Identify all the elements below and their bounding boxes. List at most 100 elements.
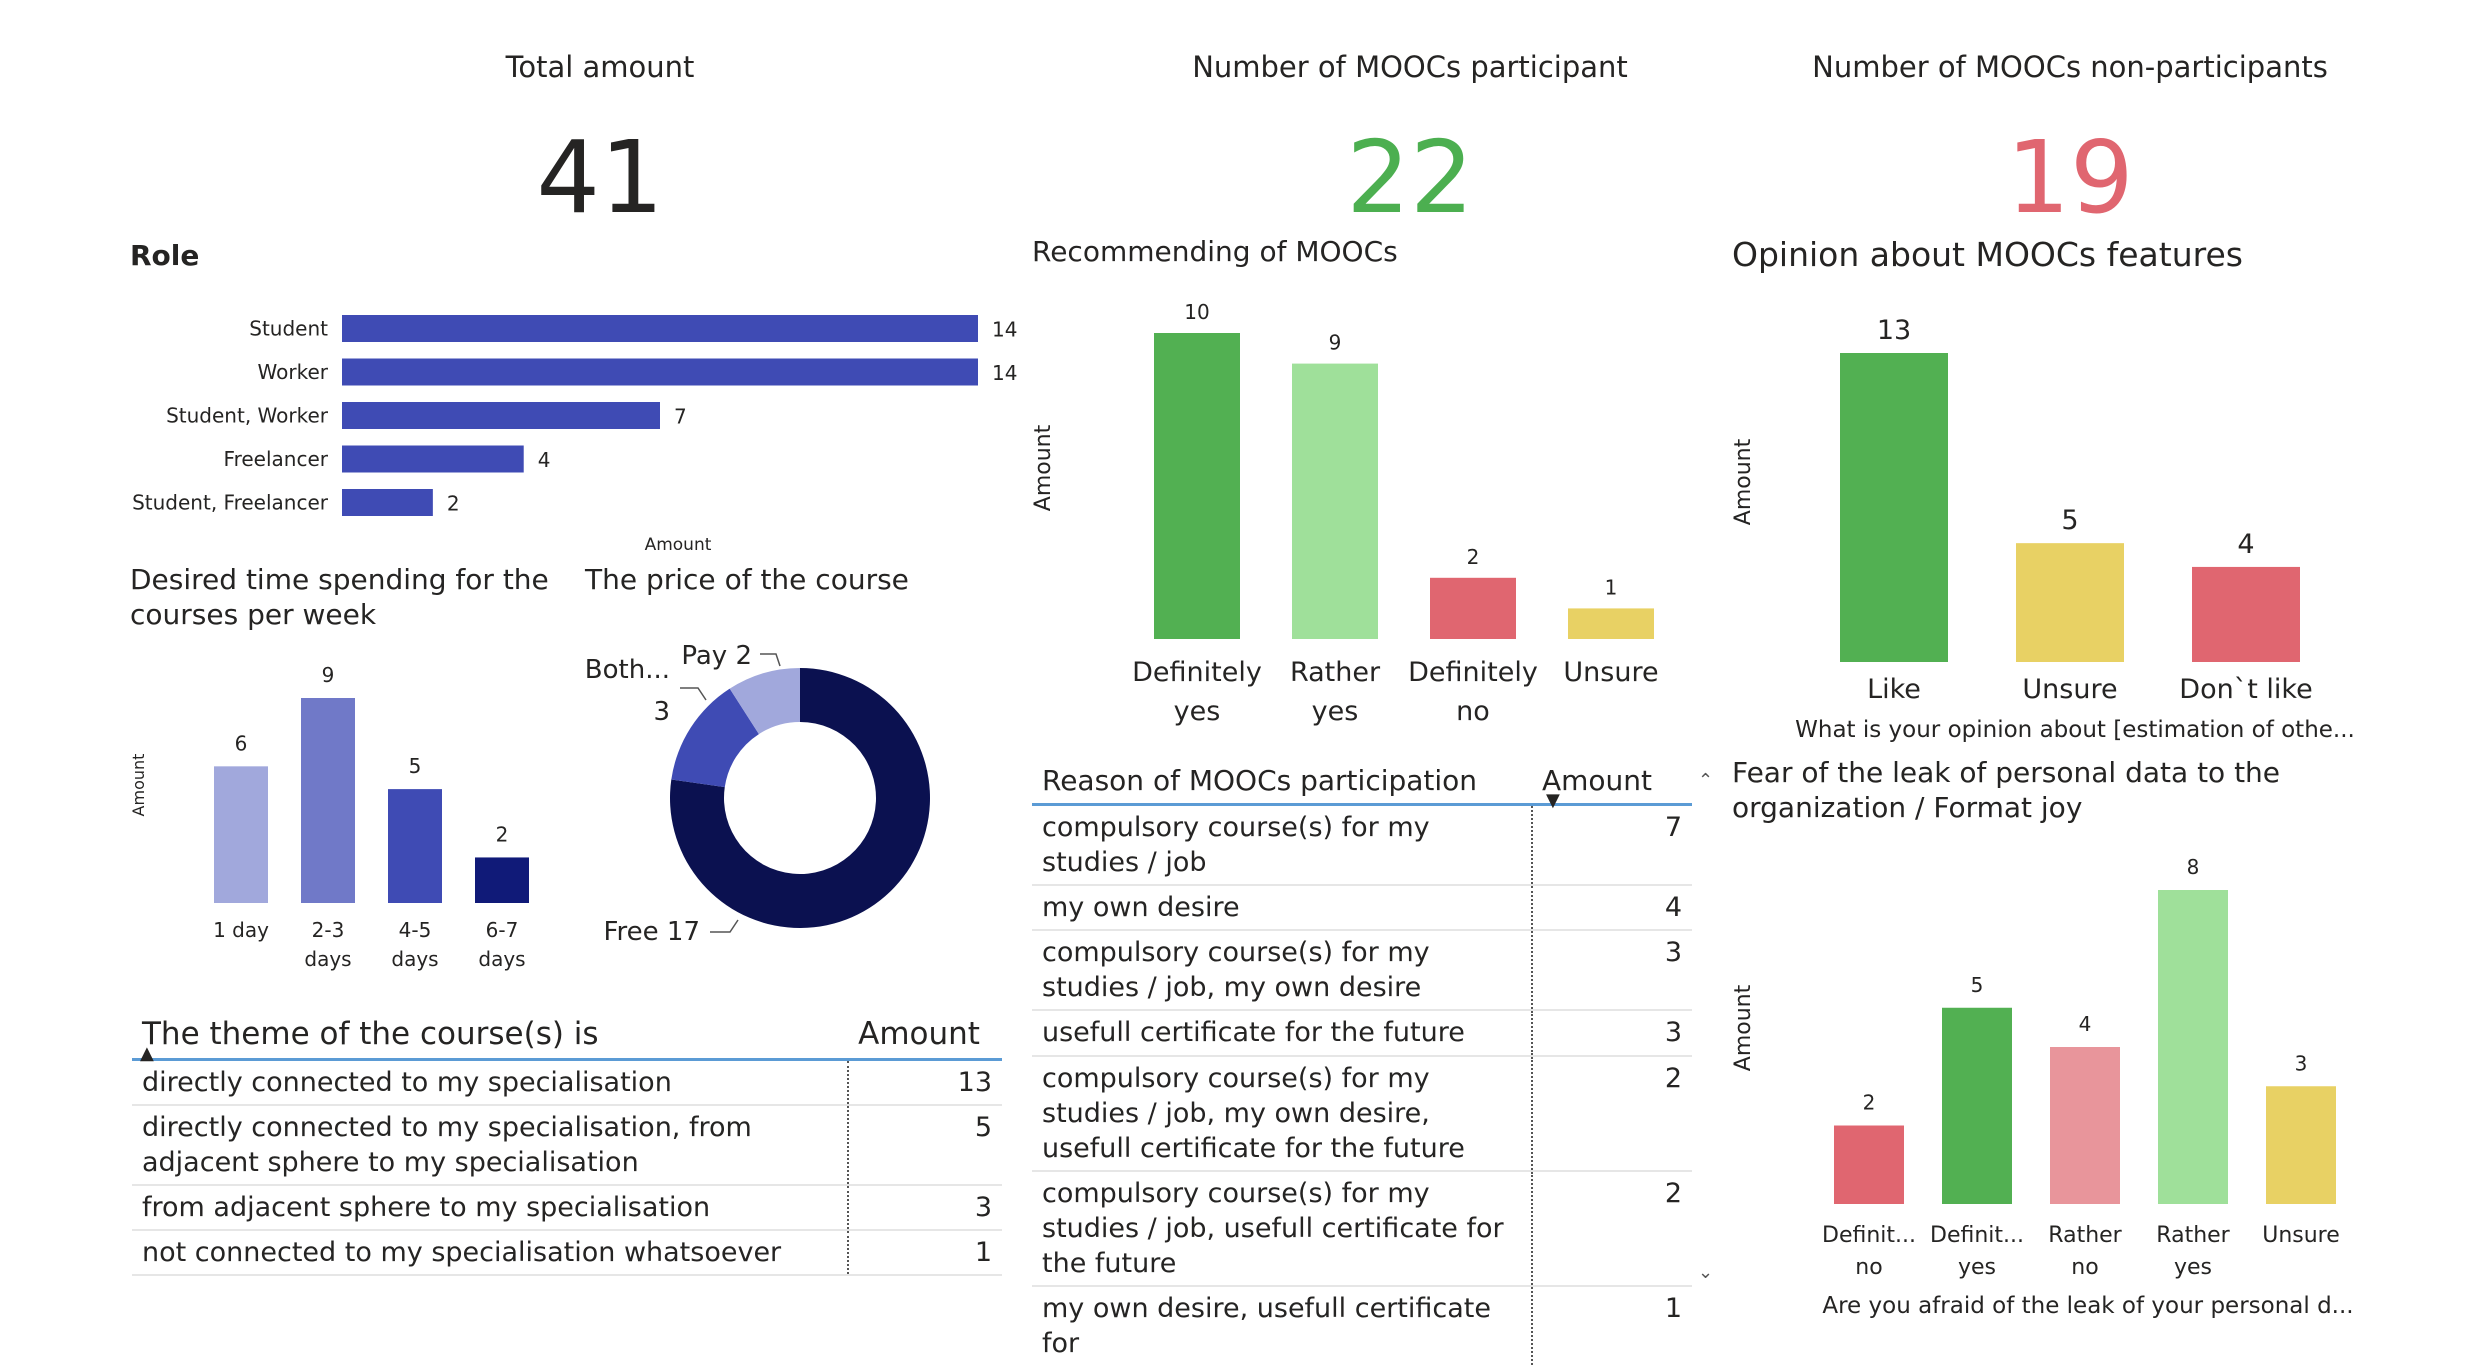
time-bar[interactable] [388, 789, 442, 903]
role-bar[interactable] [342, 489, 433, 516]
role-bar[interactable] [342, 315, 978, 342]
opinion-bar[interactable] [2016, 543, 2124, 662]
role-bar[interactable] [342, 358, 978, 386]
table-row[interactable]: compulsory course(s) for my studies / jo… [1032, 804, 1692, 887]
table-cell: directly connected to my specialisation,… [132, 1105, 849, 1187]
recommend-bar[interactable] [1568, 608, 1654, 639]
table-cell: 13 [847, 1059, 1002, 1107]
time-y-axis-label: Amount [129, 754, 148, 817]
time-value-label: 9 [322, 663, 335, 687]
kpi-non-participants-value: 19 [2006, 119, 2134, 236]
time-category-label: days [391, 947, 438, 971]
reason-table-header-amount[interactable]: Amount ▼ [1532, 758, 1692, 811]
price-chart: Free 17 Both... 3 Pay 2 [585, 641, 930, 947]
table-row[interactable]: usefull certificate for the future 3 [1032, 1010, 1692, 1057]
opinion-bar[interactable] [2192, 566, 2300, 662]
table-cell: 1 [1531, 1286, 1692, 1365]
fear-value-label: 4 [2079, 1012, 2092, 1036]
sort-up-icon[interactable]: ▲ [140, 1043, 154, 1064]
role-chart-title: Role [130, 239, 200, 272]
fear-category-label: yes [1958, 1255, 1996, 1280]
opinion-bar[interactable] [1840, 353, 1948, 662]
fear-category-label: yes [2174, 1255, 2212, 1280]
opinion-chart-title: Opinion about MOOCs features [1732, 235, 2243, 274]
kpi-participants-title: Number of MOOCs participant [1192, 50, 1628, 84]
fear-value-label: 8 [2187, 855, 2200, 879]
opinion-category-label: Unsure [2022, 674, 2117, 705]
leader-line [760, 653, 781, 667]
time-category-label: 1 day [213, 918, 269, 942]
time-bar[interactable] [214, 766, 268, 903]
table-row[interactable]: my own desire 4 [1032, 885, 1692, 932]
table-row[interactable]: compulsory course(s) for my studies / jo… [1032, 1055, 1692, 1172]
role-category-label: Student, Worker [166, 404, 329, 428]
price-label-pay: Pay 2 [681, 641, 752, 671]
recommend-bar[interactable] [1430, 577, 1516, 639]
table-row[interactable]: compulsory course(s) for my studies / jo… [1032, 930, 1692, 1012]
fear-bar[interactable] [1942, 1007, 2012, 1204]
time-category-label: days [478, 947, 525, 971]
recommend-category-label: Definitely [1408, 657, 1538, 688]
price-label-free: Free 17 [603, 917, 700, 947]
table-cell: 2 [1531, 1170, 1692, 1288]
fear-chart-title: Fear of the leak of personal data to the… [1732, 756, 2281, 824]
theme-table-header-theme[interactable]: The theme of the course(s) is ▲ [132, 1010, 849, 1064]
fear-bar[interactable] [2050, 1047, 2120, 1204]
table-row[interactable]: directly connected to my specialisation,… [132, 1105, 1002, 1187]
table-row[interactable]: directly connected to my specialisation 1… [132, 1059, 1002, 1107]
fear-bar[interactable] [1834, 1125, 1904, 1205]
fear-x-axis-label: Are you afraid of the leak of your perso… [1822, 1293, 2353, 1319]
role-value-label: 4 [538, 448, 551, 472]
scroll-down-icon[interactable]: ⌄ [1698, 1262, 1713, 1283]
fear-category-label: Definit... [1930, 1223, 2024, 1248]
table-cell: 5 [847, 1105, 1002, 1187]
table-cell: compulsory course(s) for my studies / jo… [1032, 1055, 1532, 1172]
table-row[interactable]: not connected to my specialisation whats… [132, 1230, 1002, 1277]
table-row[interactable]: from adjacent sphere to my specialisatio… [132, 1185, 1002, 1232]
role-chart: Student 14 Worker 14 Student, Worker 7 Freelan… [132, 315, 1017, 555]
time-category-label: 6-7 [486, 918, 519, 942]
sort-down-icon[interactable]: ▼ [1546, 790, 1560, 811]
time-value-label: 5 [409, 754, 422, 778]
fear-value-label: 2 [1863, 1091, 1876, 1115]
time-bar[interactable] [301, 698, 355, 903]
opinion-value-label: 13 [1877, 315, 1911, 346]
table-row[interactable]: compulsory course(s) for my studies / jo… [1032, 1170, 1692, 1288]
recommend-y-axis-label: Amount [1031, 424, 1056, 511]
opinion-value-label: 5 [2061, 505, 2078, 536]
scroll-up-icon[interactable]: ⌃ [1698, 770, 1713, 791]
fear-bar[interactable] [2266, 1086, 2336, 1204]
role-value-label: 14 [992, 361, 1017, 385]
role-bar[interactable] [342, 445, 524, 473]
role-bar[interactable] [342, 402, 660, 429]
price-label-both: Both... [585, 655, 670, 685]
table-cell: not connected to my specialisation whats… [132, 1230, 849, 1277]
opinion-value-label: 4 [2237, 529, 2254, 560]
table-cell: compulsory course(s) for my studies / jo… [1032, 804, 1532, 887]
recommend-value-label: 1 [1605, 575, 1618, 599]
time-value-label: 2 [496, 822, 509, 846]
role-category-label: Student, Freelancer [132, 491, 329, 515]
fear-category-label: Unsure [2262, 1223, 2340, 1248]
table-row[interactable]: my own desire, usefull certificate for 1 [1032, 1286, 1692, 1365]
role-category-label: Student [249, 317, 328, 341]
theme-table-header-amount[interactable]: Amount [848, 1010, 1002, 1061]
reason-table-header-reason[interactable]: Reason of MOOCs participation [1032, 758, 1532, 806]
table-cell: from adjacent sphere to my specialisatio… [132, 1185, 849, 1232]
table-cell: usefull certificate for the future [1032, 1010, 1532, 1057]
recommend-category-label: Rather [1290, 657, 1381, 688]
fear-value-label: 5 [1971, 973, 1984, 997]
opinion-y-axis-label: Amount [1731, 438, 1756, 525]
time-category-label: 4-5 [399, 918, 432, 942]
fear-bar[interactable] [2158, 890, 2228, 1204]
time-chart: 6 1 day 9 2-3 days 5 4-5 days 2 6-7 days Amount [129, 663, 529, 971]
recommend-value-label: 9 [1329, 331, 1342, 355]
time-bar[interactable] [475, 857, 529, 903]
fear-category-label: no [1855, 1255, 1882, 1280]
recommend-category-label: yes [1174, 696, 1221, 727]
recommend-chart-title: Recommending of MOOCs [1032, 235, 1398, 268]
table-cell: my own desire [1032, 885, 1532, 932]
recommend-bar[interactable] [1154, 333, 1240, 639]
recommend-bar[interactable] [1292, 363, 1378, 639]
fear-value-label: 3 [2295, 1051, 2308, 1075]
